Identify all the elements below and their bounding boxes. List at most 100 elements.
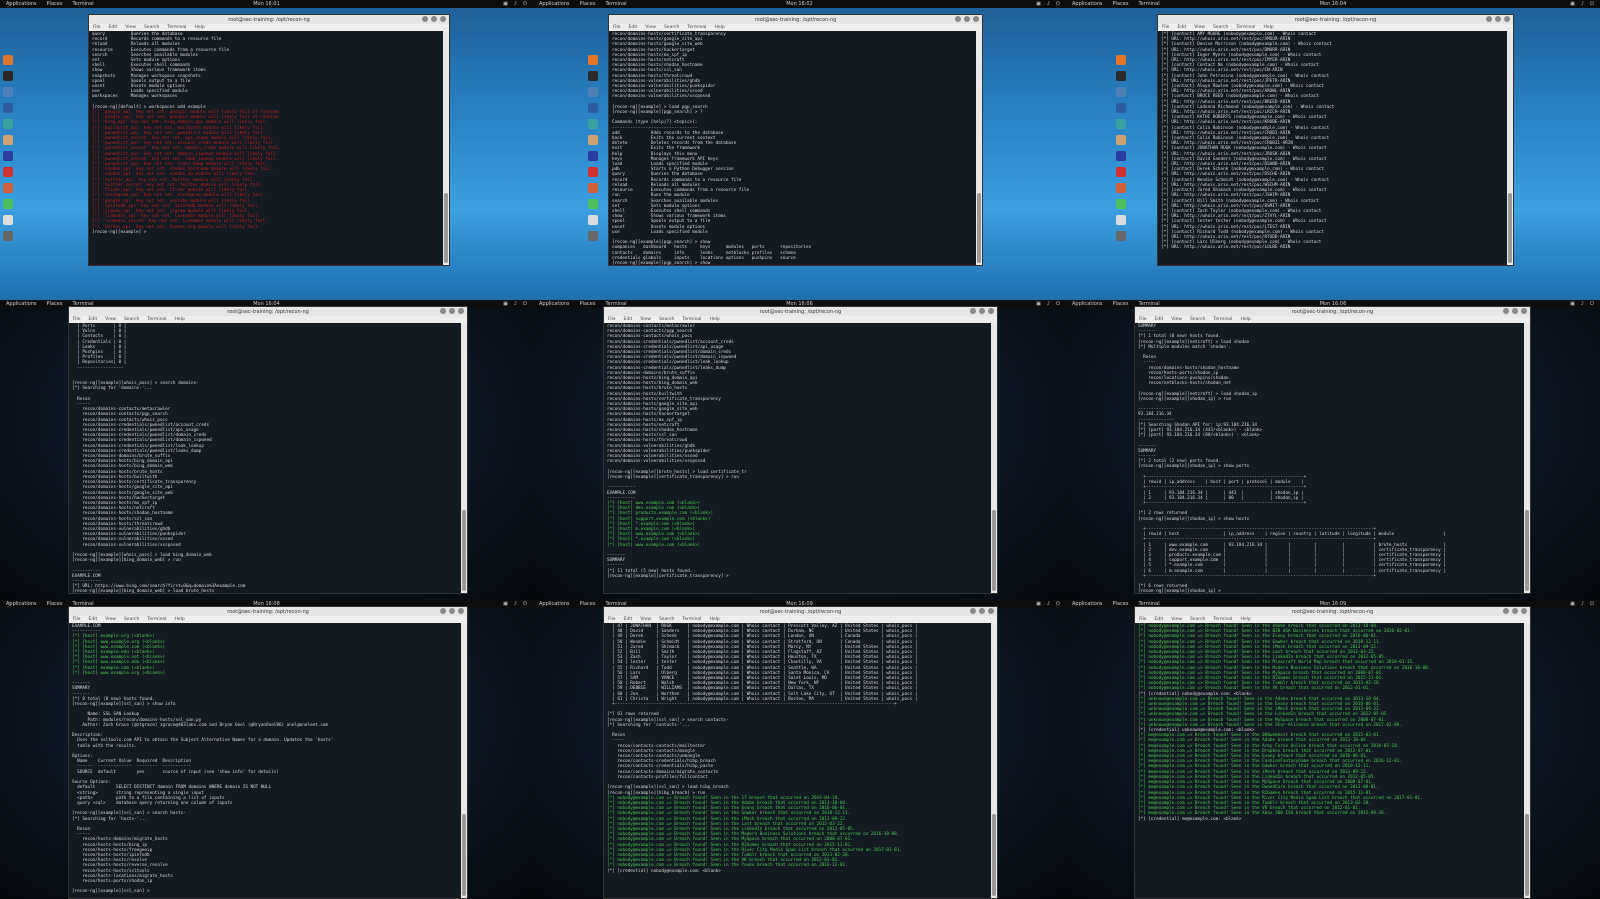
applications-menu[interactable]: Applications [1072, 301, 1103, 307]
dock-app-icon-3[interactable] [3, 87, 13, 97]
places-menu[interactable]: Places [1113, 301, 1129, 307]
menu-view[interactable]: View [645, 25, 656, 30]
terminal-output[interactable]: | 47 | JONATHAN | RUSK | nobody@example.… [604, 623, 991, 898]
menu-file[interactable]: File [608, 317, 616, 322]
power-icon[interactable]: ⏻ [523, 601, 527, 607]
power-icon[interactable]: ⏻ [523, 1, 527, 7]
scrollbar-thumb[interactable] [992, 510, 996, 591]
dock-app-icon-12[interactable] [588, 231, 598, 241]
places-menu[interactable]: Places [47, 1, 63, 7]
menu-edit[interactable]: Edit [624, 317, 633, 322]
menu-terminal[interactable]: Terminal [682, 617, 701, 622]
places-menu[interactable]: Places [1113, 601, 1129, 607]
menu-file[interactable]: File [1139, 317, 1147, 322]
maximize-icon[interactable] [979, 608, 985, 614]
dock-app-icon-11[interactable] [3, 215, 13, 225]
network-icon[interactable]: ▣ [503, 1, 508, 7]
minimize-icon[interactable] [440, 608, 446, 614]
scrollbar-thumb[interactable] [1525, 510, 1529, 591]
applications-menu[interactable]: Applications [1072, 601, 1103, 607]
dock-app-icon-4[interactable] [3, 103, 13, 113]
minimize-icon[interactable] [970, 608, 976, 614]
dock-app-icon-7[interactable] [1116, 151, 1126, 161]
power-icon[interactable]: ⏻ [1056, 601, 1060, 607]
scrollbar-thumb[interactable] [1508, 192, 1512, 263]
menu-search[interactable]: Search [1190, 617, 1205, 622]
menu-search[interactable]: Search [664, 25, 679, 30]
system-tray[interactable]: ▣ ♪ ⏻ [1036, 301, 1060, 307]
system-tray[interactable]: ▣ ♪ ⏻ [1036, 1, 1060, 7]
menu-search[interactable]: Search [124, 317, 139, 322]
scrollbar-thumb[interactable] [1525, 813, 1529, 896]
volume-icon[interactable]: ♪ [1581, 1, 1584, 7]
menu-help[interactable]: Help [1240, 317, 1250, 322]
menu-terminal[interactable]: Terminal [1236, 25, 1255, 30]
terminal-window[interactable]: root@sec-training: /opt/recon-ng File Edit… [603, 306, 998, 594]
power-icon[interactable]: ⏻ [1590, 301, 1594, 307]
dock-app-icon-2[interactable] [588, 71, 598, 81]
dock-app-icon-9[interactable] [588, 183, 598, 193]
dock-app-icon-11[interactable] [588, 215, 598, 225]
window-titlebar[interactable]: root@sec-training: /opt/recon-ng [1135, 607, 1530, 616]
places-menu[interactable]: Places [1113, 1, 1129, 7]
menu-help[interactable]: Help [174, 617, 184, 622]
dock-app-icon-6[interactable] [588, 135, 598, 145]
system-tray[interactable]: ▣ ♪ ⏻ [503, 601, 527, 607]
window-titlebar[interactable]: root@sec-training: /opt/recon-ng [604, 607, 997, 616]
scrollbar-thumb[interactable] [444, 192, 448, 263]
places-menu[interactable]: Places [47, 601, 63, 607]
menu-view[interactable]: View [105, 617, 116, 622]
close-icon[interactable] [458, 608, 464, 614]
window-titlebar[interactable]: root@sec-training: /opt/recon-ng [609, 15, 982, 24]
applications-menu[interactable]: Applications [539, 1, 570, 7]
close-icon[interactable] [1521, 308, 1527, 314]
terminal-scrollbar[interactable] [991, 623, 997, 898]
network-icon[interactable]: ▣ [1036, 1, 1041, 7]
menu-file[interactable]: File [1162, 25, 1170, 30]
menu-terminal[interactable]: Terminal [1213, 317, 1232, 322]
dock-app-icon-1[interactable] [3, 55, 13, 65]
minimize-icon[interactable] [440, 308, 446, 314]
scrollbar-thumb[interactable] [462, 813, 466, 896]
network-icon[interactable]: ▣ [503, 301, 508, 307]
dock-app-icon-8[interactable] [1116, 167, 1126, 177]
menu-edit[interactable]: Edit [109, 25, 118, 30]
menu-view[interactable]: View [1171, 317, 1182, 322]
applications-menu[interactable]: Applications [539, 601, 570, 607]
menu-edit[interactable]: Edit [1155, 617, 1164, 622]
dock-app-icon-4[interactable] [588, 103, 598, 113]
terminal-window[interactable]: root@sec-training: /opt/recon-ng File Edit… [88, 14, 450, 266]
menu-terminal[interactable]: Terminal [167, 25, 186, 30]
dock-app-icon-10[interactable] [1116, 199, 1126, 209]
menu-file[interactable]: File [73, 617, 81, 622]
close-icon[interactable] [458, 308, 464, 314]
applications-menu[interactable]: Applications [1072, 1, 1103, 7]
terminal-window[interactable]: root@sec-training: /opt/recon-ng File Edit… [68, 306, 468, 594]
terminal-window[interactable]: root@sec-training: /opt/recon-ng File Edit… [68, 606, 468, 899]
dock-app-icon-6[interactable] [1116, 135, 1126, 145]
terminal-scrollbar[interactable] [1524, 623, 1530, 898]
network-icon[interactable]: ▣ [1570, 301, 1575, 307]
minimize-icon[interactable] [1503, 308, 1509, 314]
maximize-icon[interactable] [979, 308, 985, 314]
maximize-icon[interactable] [449, 608, 455, 614]
terminal-menu[interactable]: Terminal [72, 1, 93, 7]
dock-app-icon-8[interactable] [588, 167, 598, 177]
menu-edit[interactable]: Edit [629, 25, 638, 30]
system-tray[interactable]: ▣ ♪ ⏻ [1570, 601, 1594, 607]
places-menu[interactable]: Places [580, 601, 596, 607]
terminal-output[interactable]: SUMMARY ------- [*] 1 total (0 new) hosts … [1135, 323, 1524, 593]
terminal-scrollbar[interactable] [1524, 323, 1530, 593]
maximize-icon[interactable] [1495, 16, 1501, 22]
menu-file[interactable]: File [73, 317, 81, 322]
window-titlebar[interactable]: root@sec-training: /opt/recon-ng [89, 15, 449, 24]
window-titlebar[interactable]: root@sec-training: /opt/recon-ng [69, 307, 467, 316]
network-icon[interactable]: ▣ [1036, 601, 1041, 607]
menu-view[interactable]: View [640, 617, 651, 622]
menu-edit[interactable]: Edit [1178, 25, 1187, 30]
volume-icon[interactable]: ♪ [514, 601, 517, 607]
volume-icon[interactable]: ♪ [514, 1, 517, 7]
dock-app-icon-1[interactable] [1116, 55, 1126, 65]
places-menu[interactable]: Places [47, 301, 63, 307]
menu-terminal[interactable]: Terminal [682, 317, 701, 322]
